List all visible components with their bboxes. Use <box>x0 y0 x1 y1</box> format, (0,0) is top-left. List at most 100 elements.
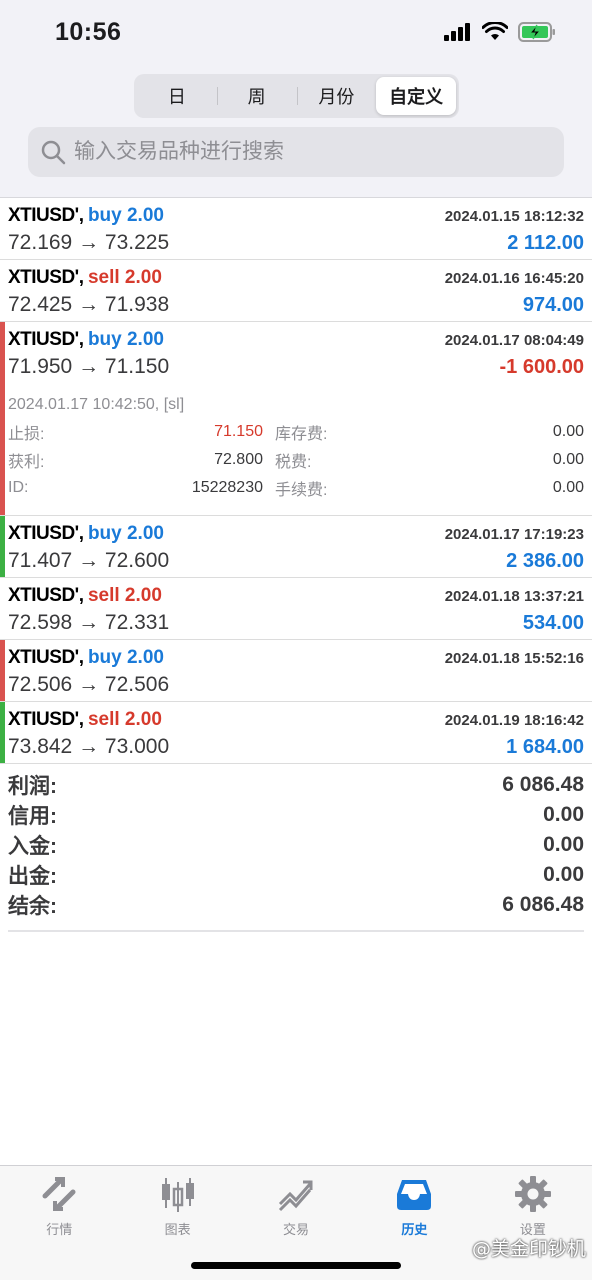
deal-separator: , <box>78 329 84 350</box>
summary-value: 0.00 <box>543 803 584 826</box>
tab-month[interactable]: 月份 <box>296 77 377 115</box>
detail-label: 税费: <box>275 454 312 471</box>
deal-row[interactable]: XTIUSD', sell 2.00 2024.01.19 18:16:42 73.… <box>0 702 592 764</box>
deal-time: 2024.01.18 15:52:16 <box>444 649 584 667</box>
top-area: 10:56 日 周 月份 自定义 <box>0 0 592 198</box>
status-bar: 10:56 <box>0 0 592 68</box>
deal-side-volume: sell 2.00 <box>87 585 162 606</box>
deal-separator: , <box>78 523 84 544</box>
deal-marker <box>0 516 5 577</box>
period-segmented-control: 日 周 月份 自定义 <box>134 74 459 118</box>
deal-prices: 72.169 → 73.225 <box>8 231 170 254</box>
deal-time: 2024.01.18 13:37:21 <box>444 587 584 605</box>
deal-row[interactable]: XTIUSD', buy 2.00 2024.01.17 17:19:23 71.4… <box>0 516 592 578</box>
battery-charging-icon <box>518 22 555 42</box>
deal-prices: 72.598 → 72.331 <box>8 611 170 634</box>
summary-row-balance: 结余: 6 086.48 <box>8 890 584 920</box>
deal-close-info: 2024.01.17 10:42:50, [sl] <box>8 396 185 413</box>
deal-detail-row: 获利: 72.800 税费: 0.00 <box>8 446 584 474</box>
deal-symbol: XTIUSD' <box>8 267 79 288</box>
deal-time: 2024.01.15 18:12:32 <box>444 207 584 225</box>
deal-separator: , <box>78 585 84 606</box>
detail-label: 库存费: <box>275 426 328 443</box>
trade-icon <box>278 1180 313 1212</box>
summary-value: 0.00 <box>543 863 584 886</box>
search-input[interactable] <box>74 140 544 164</box>
deal-row[interactable]: XTIUSD', sell 2.00 2024.01.18 13:37:21 72.… <box>0 578 592 640</box>
tab-week[interactable]: 周 <box>216 77 297 115</box>
history-icon <box>397 1180 432 1210</box>
summary-row-deposit: 入金: 0.00 <box>8 830 584 860</box>
summary-divider <box>8 930 584 932</box>
deal-profit: 2 112.00 <box>507 231 584 254</box>
deal-marker <box>0 260 5 321</box>
settings-icon <box>514 1176 551 1212</box>
detail-value: 71.150 <box>214 423 263 440</box>
watermark: @美金印钞机 <box>471 1238 586 1260</box>
deal-symbol: XTIUSD' <box>8 709 79 730</box>
detail-label: 手续费: <box>275 482 328 499</box>
signal-icon <box>444 23 470 41</box>
summary-label: 信用: <box>8 805 57 828</box>
tabbar-quotes[interactable]: 行情 <box>0 1166 118 1280</box>
deal-profit: 974.00 <box>522 293 584 316</box>
tabbar-label: 行情 <box>46 1222 73 1237</box>
tab-custom[interactable]: 自定义 <box>376 77 456 115</box>
deal-detail-row: 止损: 71.150 库存费: 0.00 <box>8 418 584 446</box>
deal-row[interactable]: XTIUSD', sell 2.00 2024.01.16 16:45:20 72.… <box>0 260 592 322</box>
summary-label: 利润: <box>8 775 57 798</box>
quotes-icon <box>42 1177 76 1211</box>
search-bar[interactable] <box>28 127 564 177</box>
deal-symbol: XTIUSD' <box>8 647 79 668</box>
deal-separator: , <box>78 709 84 730</box>
deal-marker <box>0 640 5 701</box>
summary-label: 入金: <box>8 835 57 858</box>
tab-day[interactable]: 日 <box>137 77 217 115</box>
summary-label: 出金: <box>8 865 57 888</box>
tabbar-label: 图表 <box>164 1222 191 1237</box>
deal-time: 2024.01.17 08:04:49 <box>444 331 584 349</box>
deal-marker <box>0 702 5 763</box>
deal-profit: 1 684.00 <box>506 735 584 758</box>
deal-separator: , <box>78 267 84 288</box>
detail-value: 15228230 <box>191 479 263 496</box>
deal-detail-row: ID: 15228230 手续费: 0.00 <box>8 474 584 502</box>
tabbar-label: 历史 <box>401 1222 428 1237</box>
deal-prices: 71.950 → 71.150 <box>8 355 170 378</box>
deal-side-volume: buy 2.00 <box>87 523 164 544</box>
deal-side-volume: buy 2.00 <box>87 329 164 350</box>
status-icons <box>444 22 556 42</box>
deal-profit: 2 386.00 <box>506 549 584 572</box>
deal-symbol: XTIUSD' <box>8 585 79 606</box>
detail-value: 0.00 <box>552 451 584 468</box>
deal-time: 2024.01.19 18:16:42 <box>444 711 584 729</box>
summary: 利润: 6 086.48 信用: 0.00 入金: 0.00 出金: 0.00 结余: 6… <box>0 770 592 932</box>
deal-row[interactable]: XTIUSD', buy 2.00 2024.01.17 08:04:49 71.9… <box>0 322 592 516</box>
deal-side-volume: buy 2.00 <box>87 205 164 226</box>
deal-row[interactable]: XTIUSD', buy 2.00 2024.01.18 15:52:16 72.5… <box>0 640 592 702</box>
deal-row[interactable]: XTIUSD', buy 2.00 2024.01.15 18:12:32 72.1… <box>0 198 592 260</box>
deal-profit: -1 600.00 <box>499 355 584 378</box>
deal-side-volume: sell 2.00 <box>87 267 162 288</box>
tabbar-label: 交易 <box>283 1222 310 1237</box>
deal-symbol: XTIUSD' <box>8 329 79 350</box>
summary-label: 结余: <box>8 895 57 918</box>
deal-list: XTIUSD', buy 2.00 2024.01.15 18:12:32 72.1… <box>0 198 592 764</box>
summary-row-credit: 信用: 0.00 <box>8 800 584 830</box>
deal-separator: , <box>78 647 84 668</box>
detail-label: 获利: <box>8 454 45 471</box>
status-time: 10:56 <box>55 18 122 46</box>
deal-separator: , <box>78 205 84 226</box>
deal-prices: 73.842 → 73.000 <box>8 735 170 758</box>
deal-symbol: XTIUSD' <box>8 523 79 544</box>
detail-value: 0.00 <box>552 479 584 496</box>
summary-value: 6 086.48 <box>502 893 584 916</box>
deal-marker <box>0 578 5 639</box>
deal-prices: 71.407 → 72.600 <box>8 549 170 572</box>
detail-value: 72.800 <box>214 451 263 468</box>
home-indicator <box>191 1262 401 1269</box>
tabbar-settings[interactable]: 设置 <box>474 1166 592 1280</box>
detail-label: 止损: <box>8 426 45 443</box>
chart-icon <box>161 1178 194 1212</box>
detail-value: 0.00 <box>552 423 584 440</box>
